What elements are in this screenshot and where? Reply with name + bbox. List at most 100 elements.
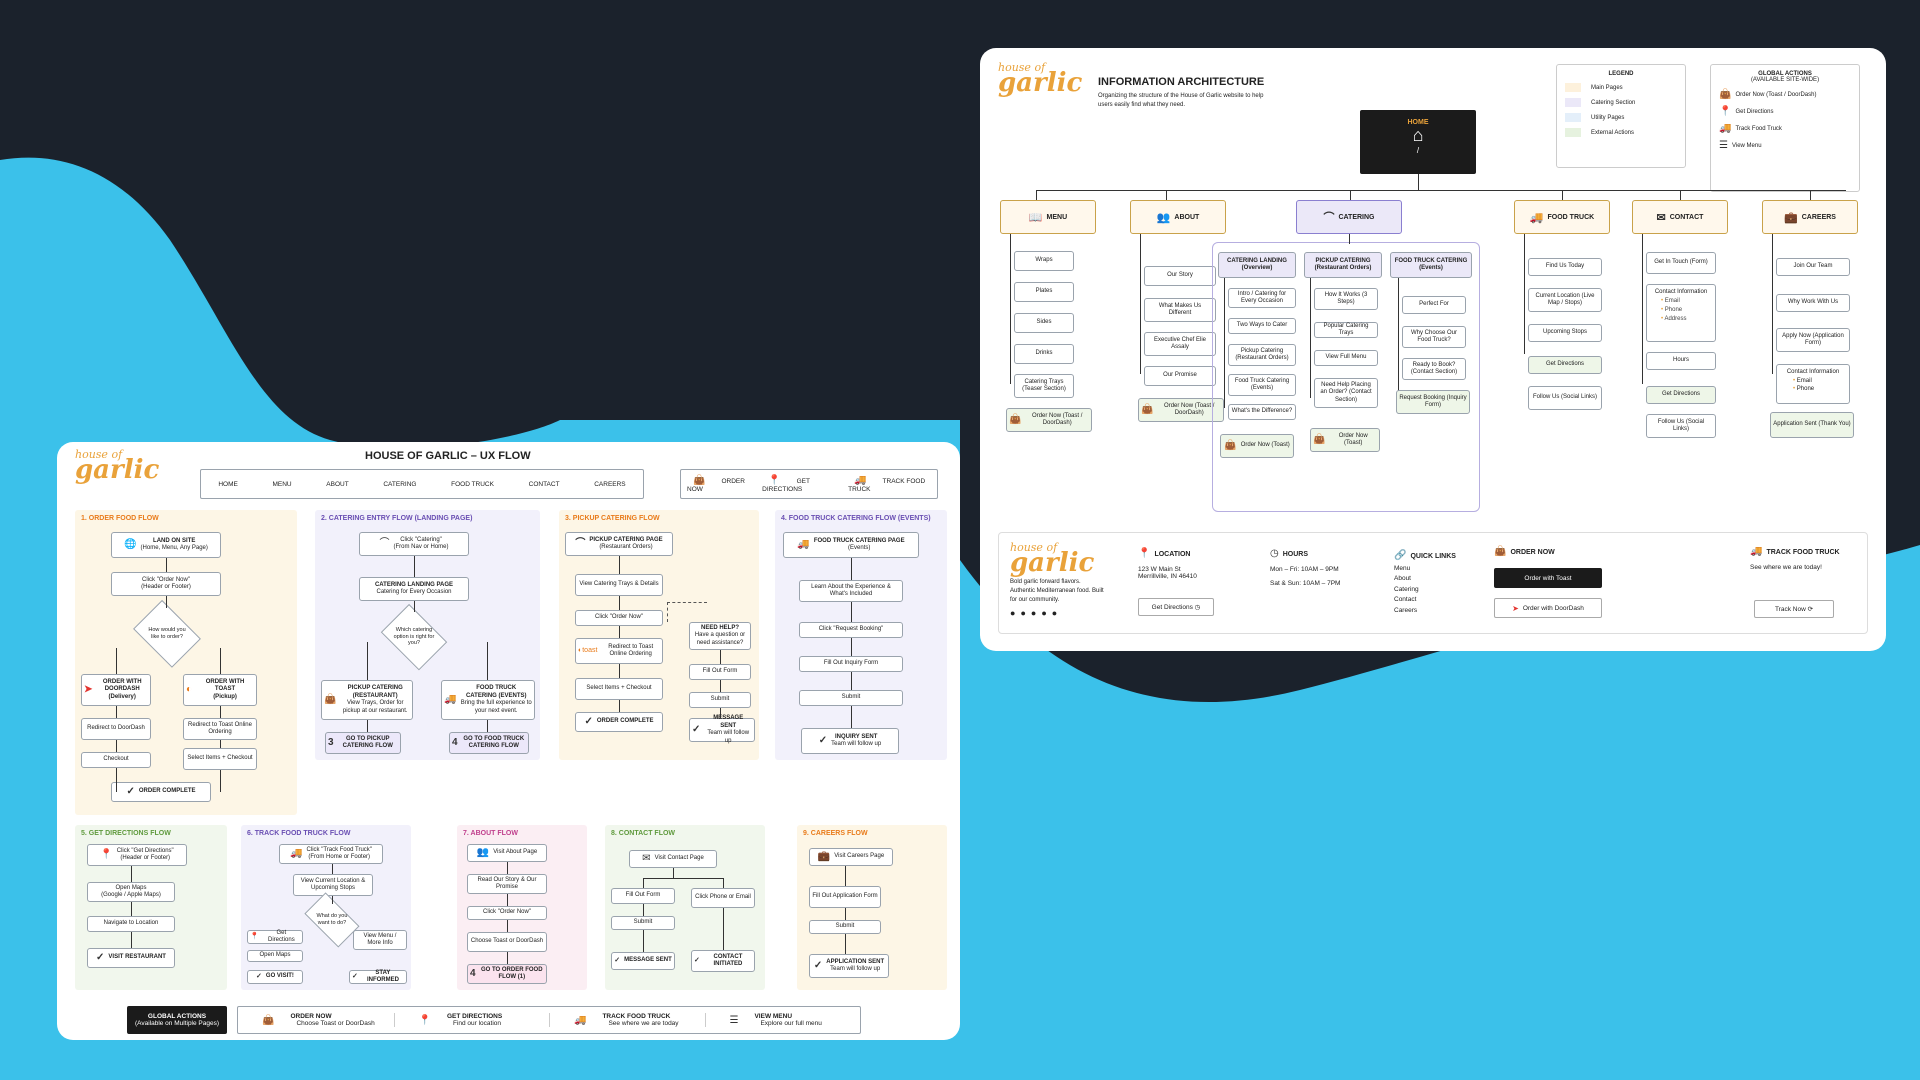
ia-global-directions[interactable]: 📍 Get Directions: [1719, 106, 1851, 117]
ia-find-us[interactable]: Find Us Today: [1528, 258, 1602, 276]
ia-careers[interactable]: 💼 CAREERS: [1762, 200, 1858, 234]
ia-truck-section[interactable]: Food Truck Catering (Events): [1228, 374, 1296, 396]
ia-ready-to-book[interactable]: Ready to Book? (Contact Section): [1402, 358, 1466, 380]
ia-why-work[interactable]: Why Work With Us: [1776, 294, 1850, 312]
ia-menu-order[interactable]: 👜 Order Now (Toast / DoorDash): [1006, 408, 1092, 432]
ia-truck-follow[interactable]: Follow Us (Social Links): [1528, 386, 1602, 410]
footer-link-menu[interactable]: Menu: [1394, 565, 1410, 572]
ia-current-location[interactable]: Current Location (Live Map / Stops): [1528, 288, 1602, 312]
go-order-flow[interactable]: 4 GO TO ORDER FOOD FLOW (1): [467, 964, 547, 984]
ia-need-help[interactable]: Need Help Placing an Order? (Contact Sec…: [1314, 378, 1378, 408]
twitter-icon[interactable]: ●: [1031, 608, 1041, 618]
order-decision: How would you like to order?: [129, 606, 205, 662]
ia-menu[interactable]: 📖 MENU: [1000, 200, 1096, 234]
ia-how-it-works[interactable]: How It Works (3 Steps): [1314, 288, 1378, 310]
ia-global-order[interactable]: 👜 Order Now (Toast / DoorDash): [1719, 89, 1851, 100]
footer-link-catering[interactable]: Catering: [1394, 586, 1419, 593]
nav-careers[interactable]: CAREERS: [588, 481, 631, 488]
ia-apply-now[interactable]: Apply Now (Application Form): [1776, 328, 1850, 352]
ia-request-booking[interactable]: Request Booking (Inquiry Form): [1396, 390, 1470, 414]
checkout: Checkout: [81, 752, 151, 768]
nav-menu[interactable]: MENU: [266, 481, 297, 488]
ia-contact-info[interactable]: Contact Information • Email • Phone • Ad…: [1646, 284, 1716, 342]
ia-catering-trays[interactable]: Catering Trays (Teaser Section): [1014, 374, 1074, 398]
ia-catering-order-1[interactable]: 👜 Order Now (Toast): [1220, 434, 1294, 458]
ia-hours[interactable]: Hours: [1646, 352, 1716, 370]
ia-get-in-touch[interactable]: Get In Touch (Form): [1646, 252, 1716, 274]
ia-about[interactable]: 👥 ABOUT: [1130, 200, 1226, 234]
ia-intro[interactable]: Intro / Catering for Every Occasion: [1228, 288, 1296, 308]
global-get-directions[interactable]: 📍 GET DIRECTIONS Find our location: [393, 1013, 550, 1027]
global-track-truck[interactable]: 🚚 TRACK FOOD TRUCK See where we are today: [549, 1013, 705, 1027]
ia-promise[interactable]: Our Promise: [1144, 366, 1216, 386]
ia-plates[interactable]: Plates: [1014, 282, 1074, 302]
action-order-now[interactable]: 👜 ORDER NOW: [681, 475, 756, 493]
footer-link-about[interactable]: About: [1394, 575, 1411, 582]
global-order-now[interactable]: 👜 ORDER NOW Choose Toast or DoorDash: [238, 1013, 394, 1027]
nav-catering[interactable]: CATERING: [377, 481, 422, 488]
footer-link-contact[interactable]: Contact: [1394, 596, 1416, 603]
tiktok-icon[interactable]: ●: [1041, 608, 1051, 618]
about-click-order: Click "Order Now": [467, 906, 547, 920]
ia-contact[interactable]: ✉ CONTACT: [1632, 200, 1728, 234]
ia-why-truck[interactable]: Why Choose Our Food Truck?: [1402, 326, 1466, 348]
truck-icon: 🚚: [1719, 123, 1732, 134]
ia-join-team[interactable]: Join Our Team: [1776, 258, 1850, 276]
ia-drinks[interactable]: Drinks: [1014, 344, 1074, 364]
bag-icon: 👜: [324, 693, 337, 705]
facebook-icon[interactable]: ●: [1010, 608, 1020, 618]
home-node[interactable]: HOME ⌂ /: [1360, 110, 1476, 174]
visit-restaurant: ✓ VISIT RESTAURANT: [87, 948, 175, 968]
action-track-truck[interactable]: 🚚 TRACK FOOD TRUCK: [842, 475, 937, 493]
section-title: 1. ORDER FOOD FLOW: [81, 515, 159, 522]
nav-about[interactable]: ABOUT: [320, 481, 354, 488]
track-now-button[interactable]: Track Now ⟳: [1754, 600, 1834, 618]
action-get-directions[interactable]: 📍 GET DIRECTIONS: [756, 475, 842, 493]
order-with-doordash-button[interactable]: ➤ Order with DoorDash: [1494, 598, 1602, 618]
order-with-toast-button[interactable]: Order with Toast: [1494, 568, 1602, 588]
ia-upcoming-stops[interactable]: Upcoming Stops: [1528, 324, 1602, 342]
ia-pickup-catering[interactable]: PICKUP CATERING (Restaurant Orders): [1304, 252, 1382, 278]
submit-inquiry: Submit: [799, 690, 903, 706]
ia-truck-directions[interactable]: Get Directions: [1528, 356, 1602, 374]
truck-icon: 🚚: [1529, 211, 1544, 224]
ia-popular-trays[interactable]: Popular Catering Trays: [1314, 322, 1378, 338]
nav-food-truck[interactable]: FOOD TRUCK: [445, 481, 500, 488]
ia-wraps[interactable]: Wraps: [1014, 251, 1074, 271]
nav-home[interactable]: HOME: [212, 481, 244, 488]
ia-truck-catering[interactable]: FOOD TRUCK CATERING (Events): [1390, 252, 1472, 278]
youtube-icon[interactable]: ●: [1052, 608, 1062, 618]
ia-sides[interactable]: Sides: [1014, 313, 1074, 333]
ia-chef[interactable]: Executive Chef Elie Assaly: [1144, 332, 1216, 356]
ia-pickup-section[interactable]: Pickup Catering (Restaurant Orders): [1228, 344, 1296, 366]
ia-food-truck[interactable]: 🚚 FOOD TRUCK: [1514, 200, 1610, 234]
food-truck-catering: 🚚 FOOD TRUCK CATERING (EVENTS) Bring the f…: [441, 680, 535, 720]
legend-catering: Catering Section: [1565, 98, 1677, 107]
go-pickup-flow[interactable]: 3 GO TO PICKUP CATERING FLOW: [325, 732, 401, 754]
ia-catering-order-2[interactable]: 👜 Order Now (Toast): [1310, 428, 1380, 452]
footer-link-careers[interactable]: Careers: [1394, 607, 1417, 614]
submit-help: Submit: [689, 692, 751, 708]
footer-get-directions[interactable]: Get Directions ◷: [1138, 598, 1214, 616]
people-icon: 👥: [1156, 211, 1171, 224]
ia-global-track[interactable]: 🚚 Track Food Truck: [1719, 123, 1851, 134]
ia-two-ways[interactable]: Two Ways to Cater: [1228, 318, 1296, 334]
doordash-icon: ➤: [1512, 603, 1519, 613]
ia-contact-follow[interactable]: Follow Us (Social Links): [1646, 414, 1716, 438]
ia-application-sent[interactable]: Application Sent (Thank You): [1770, 412, 1854, 438]
ia-different[interactable]: What Makes Us Different: [1144, 298, 1216, 322]
ia-perfect-for[interactable]: Perfect For: [1402, 296, 1466, 314]
ia-global-menu[interactable]: ☰ View Menu: [1719, 140, 1851, 151]
go-truck-flow[interactable]: 4 GO TO FOOD TRUCK CATERING FLOW: [449, 732, 529, 754]
ia-careers-contact[interactable]: Contact Information • Email • Phone: [1776, 364, 1850, 404]
order-doordash: ➤ ORDER WITH DOORDASH (Delivery): [81, 674, 151, 706]
global-view-menu[interactable]: ☰ VIEW MENU Explore our full menu: [704, 1013, 861, 1027]
ia-our-story[interactable]: Our Story: [1144, 266, 1216, 286]
ia-catering[interactable]: ⌒ CATERING: [1296, 200, 1402, 234]
ia-catering-landing[interactable]: CATERING LANDING (Overview): [1218, 252, 1296, 278]
ia-contact-directions[interactable]: Get Directions: [1646, 386, 1716, 404]
nav-contact[interactable]: CONTACT: [523, 481, 566, 488]
instagram-icon[interactable]: ●: [1020, 608, 1030, 618]
ia-difference[interactable]: What's the Difference?: [1228, 404, 1296, 420]
ia-view-full-menu[interactable]: View Full Menu: [1314, 350, 1378, 366]
